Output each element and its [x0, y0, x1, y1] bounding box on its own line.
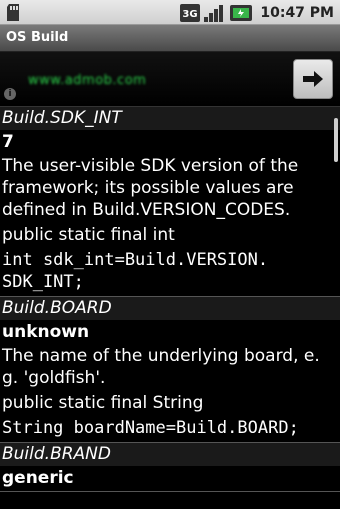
build-property-list[interactable]: Build.SDK_INT 7 The user-visible SDK ver…	[0, 107, 340, 509]
ad-info-icon[interactable]: i	[4, 88, 16, 100]
property-value: generic	[2, 468, 74, 488]
property-name: Build.BOARD	[0, 297, 340, 320]
list-item[interactable]: Build.BRAND generic	[0, 443, 340, 492]
property-description: The name of the underlying board, e. g. …	[2, 346, 320, 388]
property-name: Build.SDK_INT	[0, 107, 340, 130]
property-declaration: public static final int	[2, 225, 175, 245]
status-time: 10:47 PM	[260, 4, 334, 21]
property-description: The user-visible SDK version of the fram…	[2, 156, 299, 220]
property-code-sample: int sdk_int=Build.VERSION. SDK_INT;	[2, 250, 269, 292]
property-declaration: public static final String	[2, 393, 204, 413]
signal-strength-icon	[204, 4, 224, 22]
property-value: unknown	[2, 322, 90, 342]
arrow-right-icon	[303, 71, 323, 87]
ad-arrow-button[interactable]	[293, 59, 333, 99]
app-title-bar: OS Build	[0, 25, 340, 52]
list-item[interactable]: Build.SDK_INT 7 The user-visible SDK ver…	[0, 107, 340, 297]
sd-card-icon	[7, 4, 19, 21]
battery-icon	[230, 4, 253, 21]
network-3g-icon: 3G	[180, 3, 201, 22]
property-code-sample: String boardName=Build.BOARD;	[2, 418, 299, 438]
property-name: Build.BRAND	[0, 443, 340, 466]
ad-text[interactable]: www.admob.com	[28, 73, 146, 88]
status-bar: 3G 10:47 PM	[0, 0, 340, 25]
list-item[interactable]: Build.BOARD unknown The name of the unde…	[0, 297, 340, 443]
page-title: OS Build	[6, 30, 69, 45]
ad-banner[interactable]: www.admob.com	[0, 52, 340, 107]
property-value: 7	[2, 132, 14, 152]
scrollbar[interactable]	[334, 118, 338, 162]
svg-text:3G: 3G	[183, 9, 198, 20]
